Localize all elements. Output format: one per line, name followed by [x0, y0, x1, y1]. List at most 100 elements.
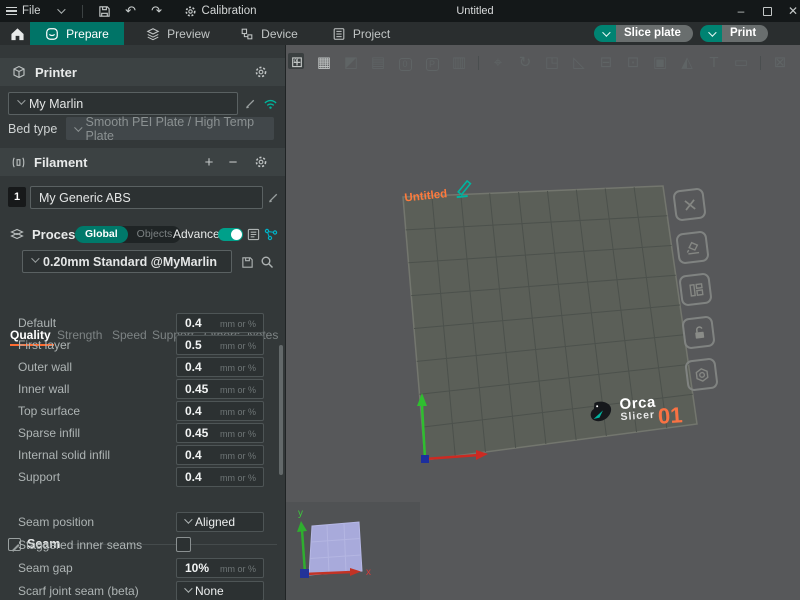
param-row-outer-wall: Outer wall 0.4mm or %: [0, 357, 280, 378]
maximize-button[interactable]: [754, 0, 780, 22]
arrange-plate-button[interactable]: [678, 272, 713, 307]
param-input[interactable]: 0.4mm or %: [176, 313, 264, 333]
seam-gap-input[interactable]: 10%mm or %: [176, 558, 264, 578]
axis-y-label: y: [298, 508, 303, 519]
split-to-objects-icon[interactable]: ⊟: [595, 52, 617, 74]
staggered-seams-checkbox[interactable]: [176, 537, 191, 552]
remove-filament-button[interactable]: −: [224, 153, 242, 171]
slice-plate-button[interactable]: Slice plate: [616, 25, 693, 42]
param-value: 0.4: [185, 470, 202, 484]
print-dropdown-button[interactable]: [700, 25, 722, 42]
search-settings-button[interactable]: [258, 253, 276, 271]
auto-orient-icon[interactable]: ◩: [340, 52, 362, 74]
copy-icon[interactable]: 0: [394, 52, 416, 74]
minimize-button[interactable]: –: [728, 0, 754, 22]
scale-icon[interactable]: ◳: [541, 52, 563, 74]
tab-prepare-label: Prepare: [66, 27, 109, 41]
scarf-joint-dropdown[interactable]: None: [176, 581, 264, 600]
delete-plate-button[interactable]: [672, 187, 707, 222]
plate-settings-button[interactable]: [684, 357, 719, 392]
measure-icon[interactable]: ▭: [730, 52, 752, 74]
move-icon[interactable]: ⌖: [487, 52, 509, 74]
param-value: 0.4: [185, 360, 202, 374]
file-menu-dropdown[interactable]: [47, 0, 73, 22]
viewport-3d[interactable]: « ⊞▦◩▤0P▥⌖↻◳◺⊟⊡▣◭T▭⊠ Untitled Orca Slice…: [286, 45, 800, 600]
paste-icon[interactable]: P: [421, 52, 443, 74]
home-button[interactable]: [4, 22, 30, 45]
printer-preset-dropdown[interactable]: My Marlin: [8, 92, 238, 115]
mesh-boolean-icon[interactable]: ▣: [649, 52, 671, 74]
scope-global-button[interactable]: Global: [75, 226, 128, 243]
process-icon: [9, 227, 25, 241]
param-input[interactable]: 0.4mm or %: [176, 445, 264, 465]
plate-thumbnail[interactable]: y x: [290, 503, 390, 599]
printer-connection-button[interactable]: [261, 94, 279, 112]
bed-type-dropdown[interactable]: Smooth PEI Plate / High Temp Plate: [66, 117, 274, 140]
print-button[interactable]: Print: [722, 25, 768, 42]
param-input[interactable]: 0.4mm or %: [176, 401, 264, 421]
param-input[interactable]: 0.4mm or %: [176, 357, 264, 377]
lock-plate-button[interactable]: [681, 315, 716, 350]
process-preset-dropdown[interactable]: 0.20mm Standard @MyMarlin: [22, 250, 232, 273]
add-icon[interactable]: ⊞: [286, 52, 308, 74]
split-to-parts-icon[interactable]: ⊡: [622, 52, 644, 74]
calibration-label: Calibration: [202, 5, 257, 17]
tab-project[interactable]: Project: [318, 22, 404, 45]
save-preset-button[interactable]: [238, 253, 256, 271]
layers-icon[interactable]: ▥: [448, 52, 470, 74]
seam-gap-row: Seam gap 10%mm or %: [0, 558, 280, 579]
printer-settings-button[interactable]: [252, 63, 270, 81]
window-title: Untitled: [430, 0, 520, 22]
arrange-icon[interactable]: ▤: [367, 52, 389, 74]
add-filament-button[interactable]: +: [200, 153, 218, 171]
file-menu[interactable]: File: [0, 0, 47, 22]
advanced-toggle[interactable]: [218, 228, 243, 241]
plate-number-label: 01: [657, 402, 683, 430]
seam-position-row: Seam position Aligned: [0, 512, 280, 533]
auto-orient-plate-button[interactable]: [675, 230, 710, 265]
assembly-view-icon[interactable]: ⊠: [769, 52, 791, 74]
param-value: 0.5: [185, 338, 202, 352]
rotate-icon[interactable]: ↻: [514, 52, 536, 74]
toggle-knob: [231, 229, 242, 240]
pencil-icon: [267, 191, 280, 204]
undo-button[interactable]: ↶: [118, 0, 144, 22]
redo-button[interactable]: ↷: [144, 0, 170, 22]
flatten-icon[interactable]: ◺: [568, 52, 590, 74]
param-input[interactable]: 0.45mm or %: [176, 379, 264, 399]
viewport-toolbar: ⊞▦◩▤0P▥ ⌖↻◳◺⊟⊡▣◭T▭ ⊠: [286, 50, 800, 76]
param-input[interactable]: 0.45mm or %: [176, 423, 264, 443]
chevron-down-icon: [74, 123, 82, 131]
cut-icon[interactable]: ◭: [676, 52, 698, 74]
compare-presets-button[interactable]: [244, 225, 262, 243]
add-plate-icon[interactable]: ▦: [313, 52, 335, 74]
filament-icon: [11, 155, 26, 170]
tab-prepare[interactable]: Prepare: [30, 22, 124, 45]
param-input[interactable]: 0.4mm or %: [176, 467, 264, 487]
tab-device[interactable]: Device: [229, 22, 309, 45]
slice-dropdown-button[interactable]: [594, 25, 616, 42]
seam-position-dropdown[interactable]: Aligned: [176, 512, 264, 532]
text-icon[interactable]: T: [703, 52, 725, 74]
tab-preview[interactable]: Preview: [134, 22, 222, 45]
param-unit: mm or %: [220, 451, 256, 461]
filament-settings-button[interactable]: [252, 153, 270, 171]
staggered-seams-row: Staggered inner seams: [0, 535, 280, 556]
save-button[interactable]: [92, 0, 118, 22]
edit-printer-button[interactable]: [241, 94, 259, 112]
sidebar-scrollbar[interactable]: [279, 345, 283, 475]
parameter-graph-button[interactable]: [262, 225, 280, 243]
close-button[interactable]: ✕: [780, 0, 800, 22]
filament-preset-field[interactable]: My Generic ABS: [30, 186, 263, 209]
lock-plate-icon: [687, 321, 709, 343]
calibration-menu[interactable]: Calibration: [178, 0, 263, 22]
param-unit: mm or %: [220, 341, 256, 351]
printer-section-header: Printer: [0, 58, 285, 86]
filament-slot-badge[interactable]: 1: [8, 187, 26, 207]
param-label: Top surface: [18, 404, 80, 418]
search-icon: [260, 255, 274, 269]
param-input[interactable]: 0.5 mm or %: [176, 335, 264, 355]
list-icon: [247, 228, 260, 241]
chevron-down-icon: [184, 515, 192, 523]
edit-filament-button[interactable]: [264, 188, 282, 206]
